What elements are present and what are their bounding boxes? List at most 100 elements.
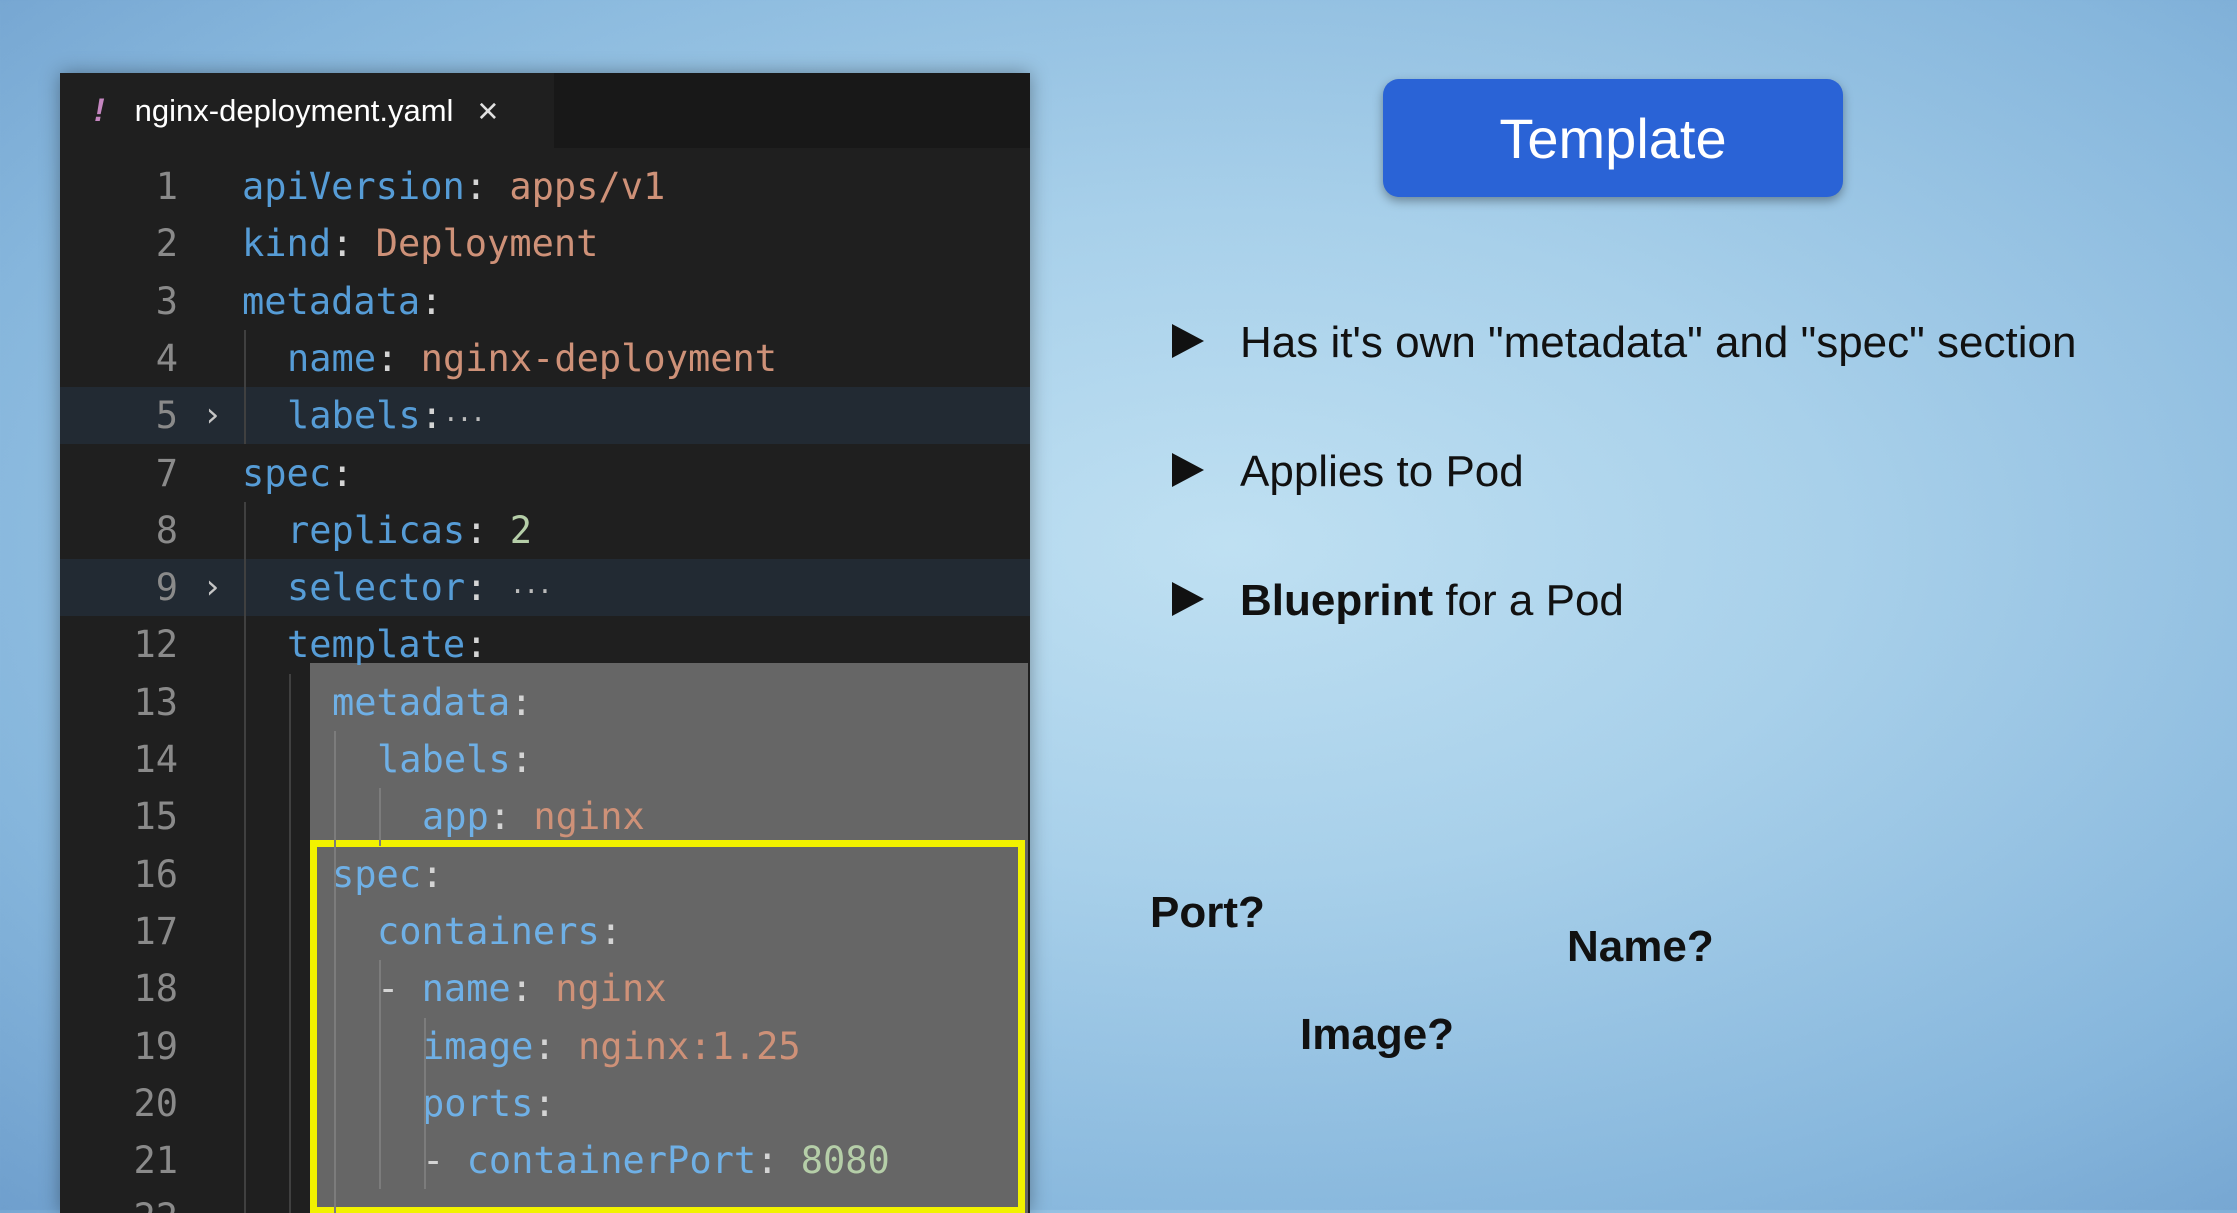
indent-guide	[289, 673, 291, 1213]
code-token: -	[422, 1139, 467, 1183]
code-line[interactable]: 2 kind: Deployment	[60, 215, 1030, 272]
code-line[interactable]: 7 spec:	[60, 445, 1030, 502]
indent-guide	[244, 501, 246, 1213]
line-number: 4	[155, 336, 178, 380]
code-token: :	[533, 1081, 556, 1125]
code-line[interactable]: 20 ports:	[60, 1075, 1030, 1132]
bullet-item: Applies to Pod	[1172, 447, 1524, 497]
code-token: :	[465, 508, 510, 552]
code-token: spec	[242, 451, 332, 495]
code-line[interactable]: 12 template:	[60, 616, 1030, 673]
code-token: :	[331, 222, 376, 266]
code-line[interactable]: 3 metadata:	[60, 273, 1030, 330]
code-token: kind	[242, 222, 332, 266]
code-line[interactable]: 17 containers:	[60, 903, 1030, 960]
code-text: spec:	[332, 846, 443, 903]
code-token: replicas	[287, 508, 466, 552]
fold-chevron-icon[interactable]: ›	[202, 387, 222, 444]
code-token: ports	[422, 1081, 534, 1125]
line-number: 8	[155, 508, 178, 552]
line-number: 18	[133, 967, 178, 1011]
code-token: 2	[509, 508, 533, 552]
question-image: Image?	[1300, 1010, 1455, 1059]
code-line[interactable]: 16 spec:	[60, 846, 1030, 903]
code-line[interactable]: 13 metadata:	[60, 674, 1030, 731]
code-text: app: nginx	[422, 788, 645, 845]
line-number: 5	[155, 394, 178, 438]
line-number: 3	[155, 279, 178, 323]
code-token: app	[422, 795, 489, 839]
code-line[interactable]: 15 app: nginx	[60, 788, 1030, 845]
code-token: apps/v1	[509, 165, 666, 208]
code-token: :	[510, 738, 533, 781]
code-token: metadata	[242, 279, 421, 323]
code-token: nginx-deployment	[420, 336, 778, 380]
code-token: spec	[332, 852, 422, 896]
code-token: name	[421, 967, 511, 1011]
question-name: Name?	[1567, 922, 1714, 971]
line-number: 7	[155, 451, 178, 495]
question-port: Port?	[1150, 888, 1265, 937]
code-line[interactable]: 1 apiVersion: apps/v1	[60, 158, 1030, 215]
code-line[interactable]: 4 name: nginx-deployment	[60, 330, 1030, 387]
code-line[interactable]: 22	[60, 1189, 1030, 1213]
code-token: labels	[377, 738, 511, 781]
code-token: :	[756, 1139, 801, 1183]
triangle-bullet-icon	[1172, 453, 1204, 488]
code-text: labels:···	[287, 387, 486, 449]
indent-guide	[244, 329, 246, 445]
code-line[interactable]: 9 › selector: ···	[60, 559, 1030, 617]
line-number: 12	[133, 623, 178, 667]
code-token: ···	[509, 577, 553, 608]
code-text: metadata:	[242, 273, 443, 330]
code-line[interactable]: 18 - name: nginx	[60, 960, 1030, 1017]
code-line[interactable]: 14 labels:	[60, 731, 1030, 788]
line-number: 1	[155, 165, 178, 208]
line-number: 20	[133, 1081, 178, 1125]
bullet-item: Has it's own "metadata" and "spec" secti…	[1172, 318, 2076, 368]
warning-icon: !	[94, 92, 105, 128]
code-token: :	[465, 623, 488, 667]
code-token: :	[510, 680, 533, 724]
code-text: - name: nginx	[377, 960, 667, 1017]
line-number: 2	[155, 222, 178, 266]
code-token: -	[377, 967, 422, 1011]
line-number: 17	[133, 909, 178, 953]
line-number: 21	[133, 1139, 178, 1183]
line-number: 19	[133, 1024, 178, 1068]
code-line[interactable]: 21 - containerPort: 8080	[60, 1132, 1030, 1189]
code-token: selector	[287, 566, 466, 610]
code-line[interactable]: 19 image: nginx:1.25	[60, 1018, 1030, 1075]
indent-guide	[334, 731, 336, 1213]
bullet-text: Blueprint	[1240, 576, 1434, 625]
bullet-item: Blueprint for a Pod	[1172, 576, 1624, 626]
code-token: :	[421, 852, 444, 896]
code-text: containers:	[377, 903, 622, 960]
code-line[interactable]: 8 replicas: 2	[60, 502, 1030, 559]
close-icon[interactable]: ×	[477, 90, 498, 132]
indent-guide	[424, 1017, 426, 1190]
code-token: nginx	[533, 795, 645, 839]
indent-guide	[379, 788, 381, 846]
code-token: template	[287, 623, 466, 667]
editor-tab[interactable]: ! nginx-deployment.yaml ×	[60, 73, 554, 148]
template-title-button: Template	[1383, 79, 1843, 197]
code-token: :	[464, 165, 510, 208]
fold-chevron-icon[interactable]: ›	[202, 559, 222, 616]
line-number: 22	[60, 1189, 178, 1213]
code-token: :	[465, 566, 510, 610]
code-text: replicas: 2	[287, 502, 532, 559]
code-token: apiVersion	[242, 165, 465, 208]
code-token: ···	[442, 405, 486, 436]
code-text: image: nginx:1.25	[422, 1018, 801, 1075]
editor-tab-bar: ! nginx-deployment.yaml ×	[60, 73, 1030, 148]
triangle-bullet-icon	[1172, 582, 1204, 617]
code-token: :	[599, 909, 623, 953]
bullet-text: Has it's own "metadata" and "spec" secti…	[1240, 318, 2077, 367]
code-text: ports:	[422, 1075, 556, 1132]
code-token: Deployment	[375, 222, 599, 266]
code-token: :	[376, 336, 421, 380]
code-token: nginx	[555, 967, 667, 1011]
code-line[interactable]: 5 › labels:···	[60, 387, 1030, 445]
code-token: :	[510, 967, 556, 1011]
